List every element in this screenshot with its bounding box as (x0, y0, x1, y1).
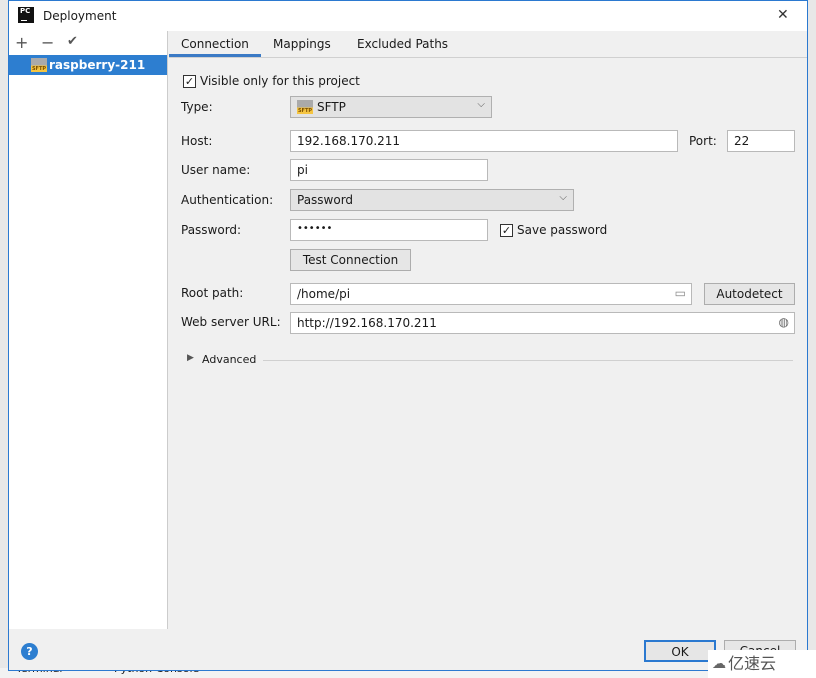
cloud-icon: ☁ (712, 656, 726, 672)
root-path-label: Root path: (181, 286, 244, 300)
password-label: Password: (181, 223, 242, 237)
title-bar: PC Deployment ✕ (9, 1, 807, 31)
auth-dropdown[interactable]: Password ⌵ (290, 189, 574, 211)
tab-excluded-paths[interactable]: Excluded Paths (357, 37, 448, 51)
folder-icon[interactable]: ▭ (675, 286, 686, 300)
visible-only-label: Visible only for this project (200, 74, 360, 88)
test-connection-button[interactable]: Test Connection (290, 249, 411, 271)
host-label: Host: (181, 134, 213, 148)
save-password-checkbox[interactable]: ✓ (500, 224, 513, 237)
watermark-text: 亿速云 (728, 654, 777, 673)
type-label: Type: (181, 100, 213, 114)
server-name: raspberry-211 (49, 58, 146, 72)
expand-arrow-icon[interactable]: ▶ (187, 353, 194, 363)
advanced-section[interactable]: Advanced (202, 353, 256, 366)
autodetect-button[interactable]: Autodetect (704, 283, 795, 305)
apply-button[interactable]: ✔ (67, 34, 78, 49)
help-icon[interactable]: ? (21, 643, 38, 660)
tab-connection[interactable]: Connection (181, 37, 249, 51)
port-label: Port: (689, 134, 717, 148)
password-input[interactable]: •••••• (290, 219, 488, 241)
web-url-value: http://192.168.170.211 (297, 316, 437, 330)
server-item-raspberry-211[interactable]: SFTP raspberry-211 (9, 55, 167, 75)
host-input[interactable]: 192.168.170.211 (290, 130, 678, 152)
visible-only-checkbox[interactable]: ✓ (183, 75, 196, 88)
remove-server-button[interactable]: − (41, 33, 54, 52)
save-password-label: Save password (517, 223, 608, 237)
sftp-icon: SFTP (297, 100, 313, 114)
tab-mappings[interactable]: Mappings (273, 37, 331, 51)
globe-icon[interactable]: ◍ (779, 315, 789, 329)
server-list-panel: + − ✔ SFTP raspberry-211 (9, 31, 168, 629)
root-path-value: /home/pi (297, 287, 351, 301)
add-server-button[interactable]: + (15, 33, 28, 52)
ok-button[interactable]: OK (644, 640, 716, 662)
username-input[interactable]: pi (290, 159, 488, 181)
web-url-input[interactable]: http://192.168.170.211 ◍ (290, 312, 795, 334)
advanced-divider (263, 360, 793, 361)
port-input[interactable]: 22 (727, 130, 795, 152)
dialog-title: Deployment (43, 9, 117, 23)
type-value: SFTP (317, 100, 346, 114)
tab-divider (169, 57, 807, 58)
auth-value: Password (297, 193, 354, 207)
chevron-down-icon: ⌵ (559, 192, 567, 203)
web-url-label: Web server URL: (181, 315, 281, 329)
pycharm-logo-icon: PC (18, 7, 34, 23)
watermark-logo: ☁ 亿速云 (708, 650, 816, 678)
root-path-input[interactable]: /home/pi ▭ (290, 283, 692, 305)
close-icon[interactable]: ✕ (777, 7, 789, 23)
username-label: User name: (181, 163, 251, 177)
deployment-dialog: PC Deployment ✕ + − ✔ SFTP raspberry-211… (8, 0, 808, 671)
auth-label: Authentication: (181, 193, 274, 207)
sftp-icon: SFTP (31, 58, 47, 72)
type-dropdown[interactable]: SFTP SFTP ⌵ (290, 96, 492, 118)
chevron-down-icon: ⌵ (477, 99, 485, 110)
